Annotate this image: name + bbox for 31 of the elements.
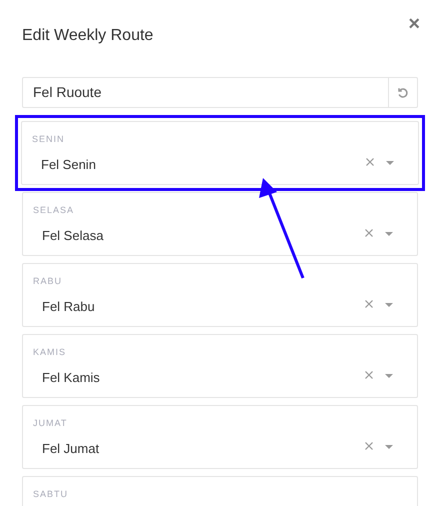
- day-label: KAMIS: [33, 347, 66, 357]
- day-select[interactable]: JUMAT Fel Jumat: [22, 405, 418, 469]
- clear-icon[interactable]: [365, 442, 373, 450]
- route-name-field[interactable]: Fel Ruoute: [22, 77, 389, 108]
- day-label: RABU: [33, 276, 62, 286]
- caret-icon[interactable]: [385, 303, 393, 308]
- reset-button[interactable]: [389, 77, 418, 108]
- caret-icon[interactable]: [385, 232, 393, 236]
- close-button[interactable]: ×: [408, 14, 420, 34]
- selected-value: Fel Kamis: [42, 369, 101, 387]
- day-select[interactable]: RABU Fel Rabu: [22, 263, 418, 327]
- selected-value: Fel Rabu: [42, 298, 96, 316]
- day-label: SELASA: [33, 205, 74, 215]
- clear-icon[interactable]: [365, 229, 373, 238]
- clear-icon[interactable]: [365, 371, 373, 380]
- caret-icon[interactable]: [386, 161, 394, 166]
- selected-value: Fel Selasa: [42, 227, 104, 245]
- day-select[interactable]: SELASA Fel Selasa: [22, 192, 418, 256]
- clear-icon[interactable]: [366, 158, 374, 166]
- day-label: SENIN: [32, 134, 65, 144]
- day-label: SABTU: [33, 489, 68, 499]
- caret-icon[interactable]: [385, 445, 393, 450]
- day-select[interactable]: SENIN Fel Senin: [21, 121, 419, 185]
- clear-icon[interactable]: [365, 300, 373, 308]
- undo-icon: [397, 86, 409, 98]
- selected-value: Fel Senin: [41, 156, 97, 174]
- day-select[interactable]: KAMIS Fel Kamis: [22, 334, 418, 398]
- day-label: JUMAT: [33, 418, 68, 428]
- caret-icon[interactable]: [385, 374, 393, 378]
- selected-value: Fel Jumat: [42, 440, 100, 458]
- dialog-title: Edit Weekly Route: [22, 26, 154, 46]
